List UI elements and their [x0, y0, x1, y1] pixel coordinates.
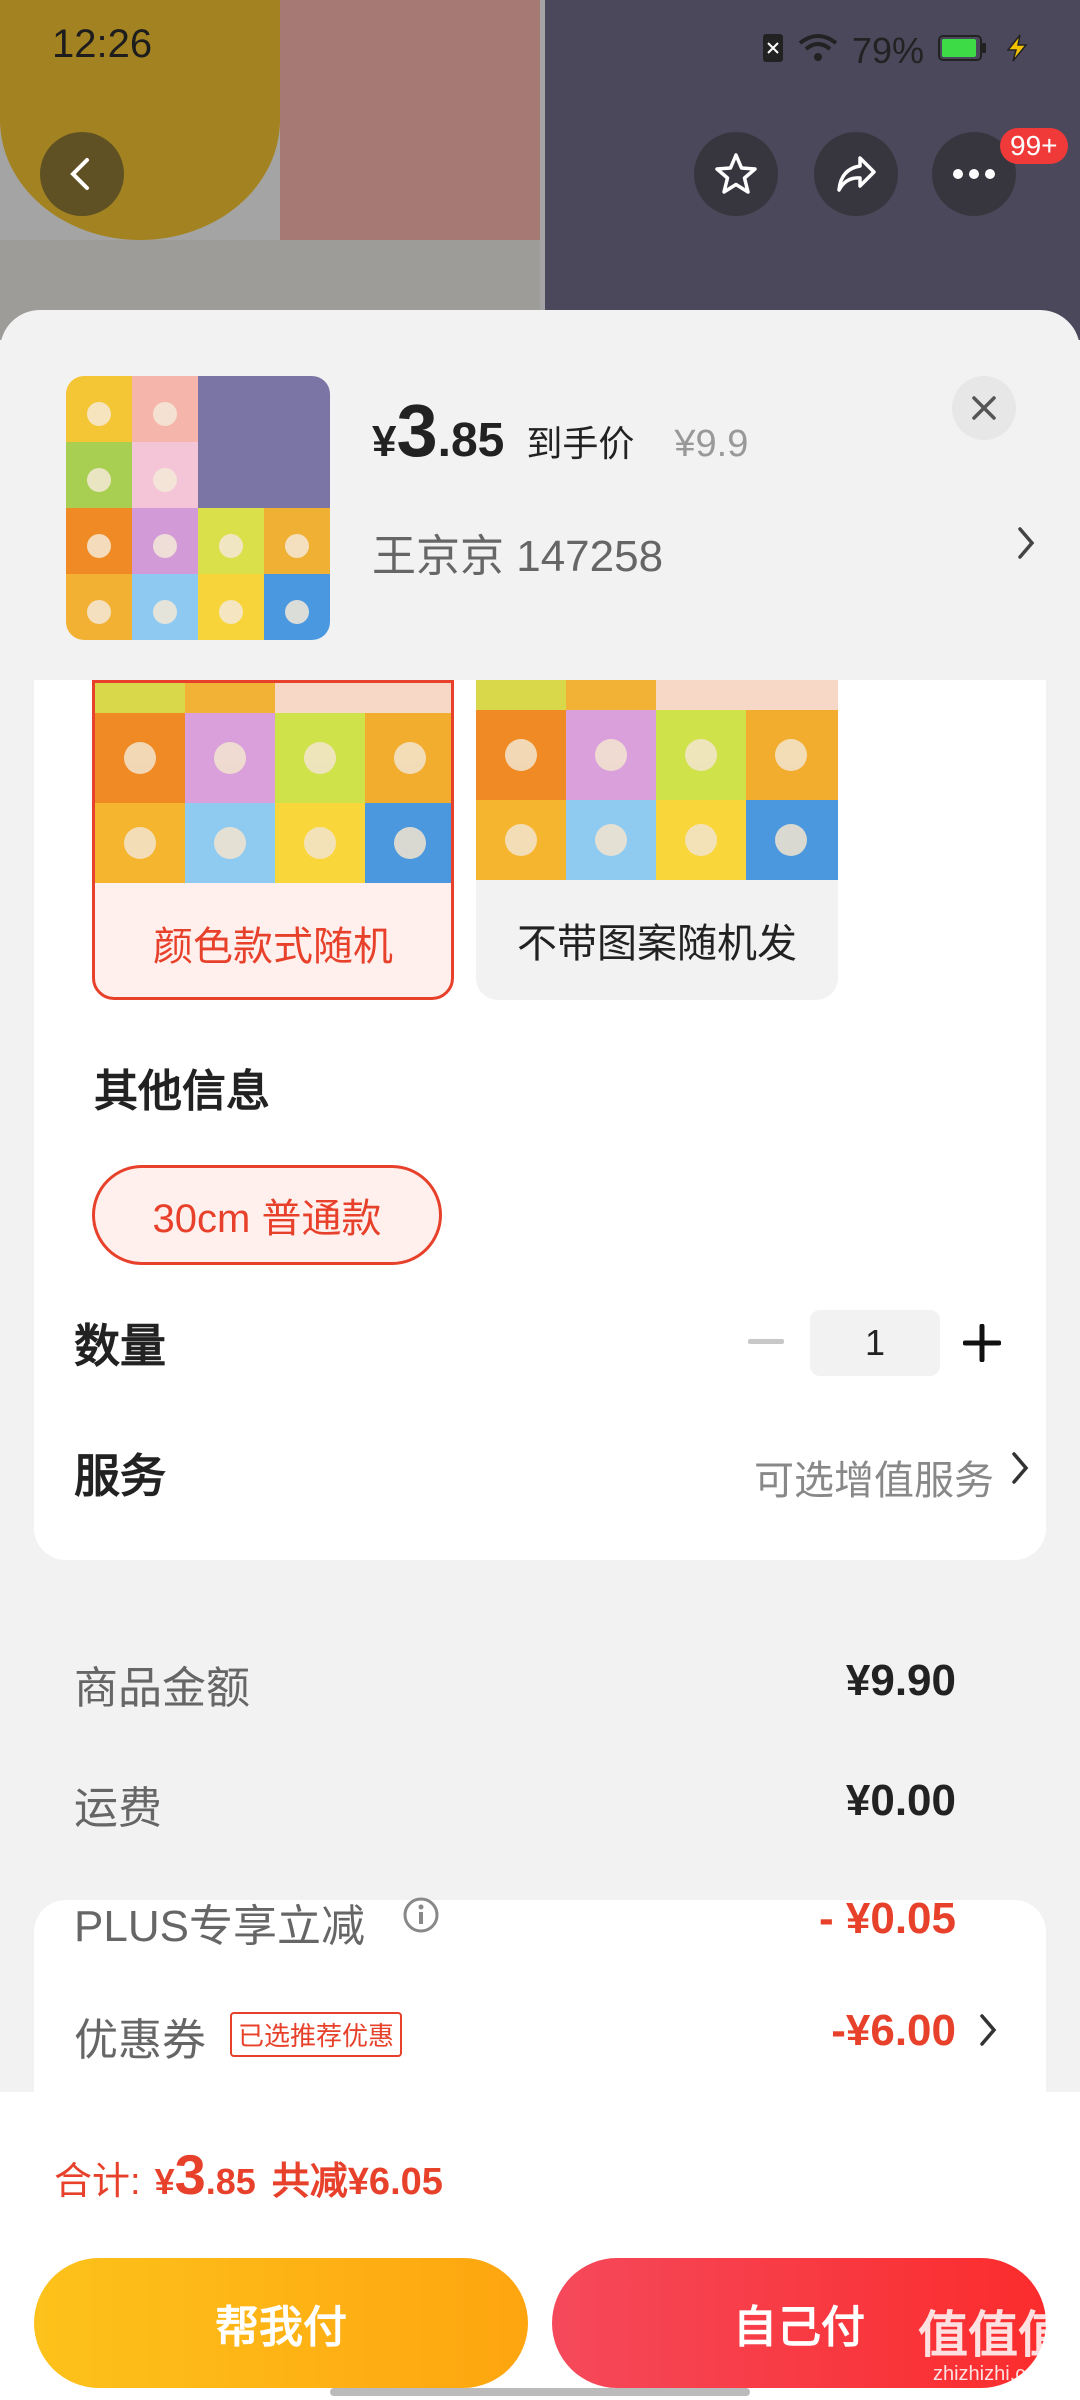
chevron-right-icon[interactable]	[1010, 1450, 1030, 1496]
service-label: 服务	[74, 1450, 166, 1502]
option-image	[95, 683, 451, 883]
total-summary: 合计: ¥ 3 .85 共减¥6.05	[54, 2142, 443, 2207]
charging-icon	[1002, 30, 1032, 72]
quantity-increase-button[interactable]	[952, 1310, 1012, 1376]
goods-amount-label: 商品金额	[74, 1664, 250, 1713]
price-decimal: .85	[437, 414, 505, 467]
option-no-pattern[interactable]: 不带图案随机发	[476, 680, 838, 1000]
chevron-left-icon	[70, 158, 89, 190]
quantity-input[interactable]: 1	[810, 1310, 940, 1376]
price-value: ¥3.85	[372, 388, 516, 473]
coupon-value[interactable]: -¥6.00	[831, 2006, 956, 2056]
watermark: 值值值 zhizhizhi.com	[918, 2310, 1068, 2384]
plus-discount-label: PLUS专享立减	[74, 1902, 365, 1951]
option-image	[476, 680, 838, 880]
favorite-button[interactable]	[694, 132, 778, 216]
other-info-title: 其他信息	[94, 1067, 270, 1116]
price-currency: ¥	[372, 417, 397, 466]
product-thumbnail[interactable]	[66, 376, 330, 640]
battery-icon	[938, 30, 988, 72]
total-integer: 3	[174, 2143, 206, 2206]
price-note: 到手价	[526, 423, 635, 464]
minus-icon	[748, 1339, 784, 1344]
chevron-right-icon[interactable]	[1016, 522, 1036, 572]
total-saved: 共减¥6.05	[271, 2161, 443, 2203]
service-hint[interactable]: 可选增值服务	[754, 1448, 994, 1506]
seller-info[interactable]: 王京京 147258	[372, 520, 663, 584]
shipping-value: ¥0.00	[845, 1776, 956, 1825]
total-label: 合计:	[54, 2161, 141, 2203]
notification-badge: 99+	[1000, 128, 1068, 164]
close-button[interactable]	[952, 376, 1016, 440]
battery-percent: 79%	[851, 30, 924, 71]
original-price: ¥9.9	[674, 423, 749, 465]
help-pay-button[interactable]: 帮我付	[34, 2258, 528, 2388]
status-icons: 79%	[762, 30, 1032, 72]
quantity-decrease-button[interactable]	[736, 1312, 796, 1372]
coupon-label: 优惠券	[74, 2016, 206, 2065]
sim-icon	[762, 30, 784, 72]
status-time: 12:26	[52, 22, 153, 66]
plus-icon	[963, 1324, 1001, 1362]
coupon-tag: 已选推荐优惠	[230, 2012, 403, 2057]
goods-amount-value: ¥9.90	[845, 1656, 956, 1705]
star-icon	[715, 153, 757, 194]
shipping-label: 运费	[74, 1784, 162, 1833]
option-label: 颜色款式随机	[153, 925, 393, 969]
watermark-sub: zhizhizhi.com	[932, 2363, 1054, 2385]
status-bar: 12:26 79%	[0, 0, 1080, 100]
share-icon	[837, 156, 876, 192]
option-label: 不带图案随机发	[517, 922, 797, 966]
more-dots-icon	[953, 169, 995, 179]
watermark-text: 值值值	[918, 2307, 1068, 2363]
plus-discount-value: - ¥0.05	[819, 1894, 956, 1943]
quantity-label: 数量	[74, 1320, 166, 1372]
purchase-sheet: ¥3.85 到手价 ¥9.9 王京京 147258 颜色款式随机 不带图案随机发…	[0, 310, 1080, 2400]
options-card: 颜色款式随机 不带图案随机发	[34, 680, 1046, 1560]
product-summary: ¥3.85 到手价 ¥9.9 王京京 147258	[0, 310, 1080, 680]
total-decimal: .85	[205, 2161, 256, 2202]
home-indicator[interactable]	[330, 2388, 750, 2396]
close-icon	[972, 396, 996, 420]
option-random-color[interactable]: 颜色款式随机	[92, 680, 454, 1000]
info-icon[interactable]	[402, 1896, 440, 1939]
chevron-right-icon[interactable]	[978, 2012, 998, 2058]
share-button[interactable]	[814, 132, 898, 216]
wifi-icon	[798, 30, 838, 72]
size-option-pill[interactable]: 30cm 普通款	[92, 1165, 442, 1265]
back-button[interactable]	[40, 132, 124, 216]
total-currency: ¥	[154, 2161, 175, 2202]
price-row: ¥3.85 到手价 ¥9.9	[372, 388, 748, 473]
price-integer: 3	[396, 389, 438, 472]
